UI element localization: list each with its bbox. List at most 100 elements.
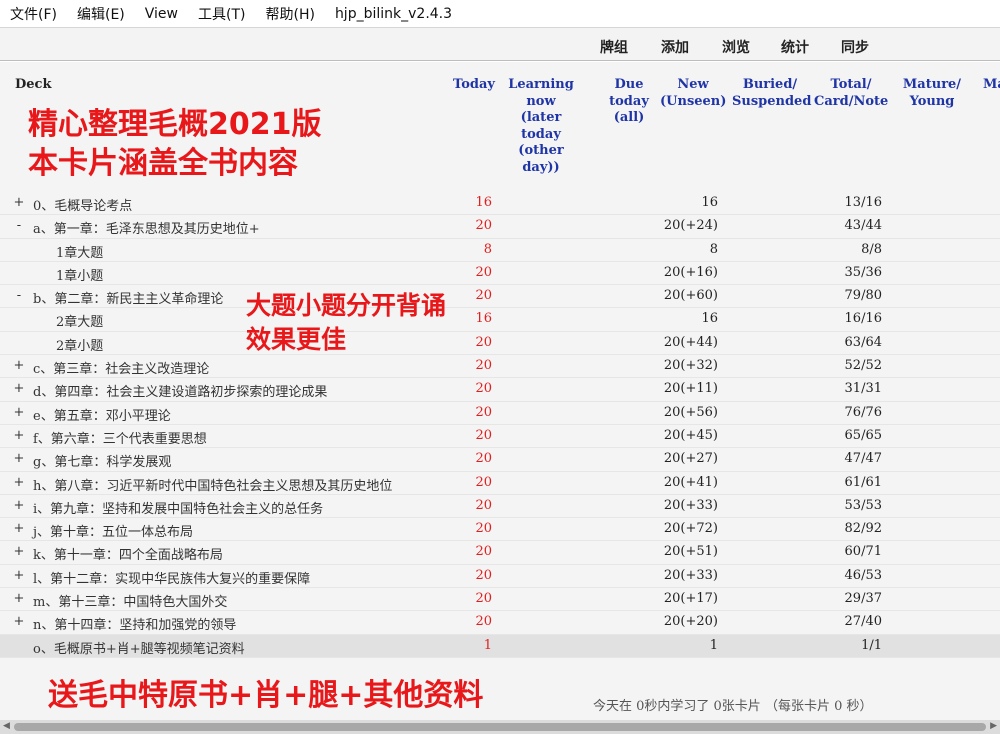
horizontal-scrollbar[interactable]: ◀ ▶ (0, 720, 1000, 734)
deck-name[interactable]: e、第五章：邓小平理论 (33, 405, 171, 424)
collapse-icon[interactable]: - (13, 218, 25, 233)
deck-row[interactable]: o、毛概原书+肖+腿等视频笔记资料 1 1 1/1 (0, 634, 1000, 658)
deck-name[interactable]: k、第十一章：四个全面战略布局 (33, 544, 223, 563)
deck-name[interactable]: c、第三章：社会主义改造理论 (33, 358, 209, 377)
expand-icon[interactable]: + (13, 358, 25, 373)
deck-row[interactable]: + l、第十二章：实现中华民族伟大复兴的重要保障 20 20(+33) 46/53 (0, 565, 1000, 589)
deck-new-count: 20(+33) (663, 497, 718, 513)
deck-list: +0、毛概导论考点 16 16 13/16- a、第一章：毛泽东思想及其历史地位+ 20 2… (0, 192, 1000, 658)
deck-due-today: 20 (475, 474, 492, 490)
deck-new-count: 20(+24) (663, 218, 718, 234)
deck-total-count: 52/52 (844, 358, 882, 374)
deck-row[interactable]: - b、第二章：新民主主义革命理论 20 20(+60) 79/80 (0, 285, 1000, 309)
expand-icon[interactable]: + (13, 428, 25, 443)
menu-tools[interactable]: 工具(T) (198, 4, 245, 24)
menu-help[interactable]: 帮助(H) (265, 4, 314, 24)
column-header-learning: Learning now (later today (other day)) (508, 77, 574, 175)
deck-row[interactable]: 1章大题 8 8 8/8 (0, 239, 1000, 262)
deck-name[interactable]: b、第二章：新民主主义革命理论 (33, 288, 223, 307)
toolbar-stats[interactable]: 统计 (781, 37, 809, 57)
expand-icon[interactable]: + (13, 498, 25, 513)
expand-icon[interactable]: + (13, 451, 25, 466)
deck-total-count: 46/53 (844, 567, 882, 583)
deck-new-count: 20(+16) (663, 264, 718, 280)
deck-name[interactable]: 2章大题 (56, 311, 103, 330)
menu-edit[interactable]: 编辑(E) (77, 4, 125, 24)
deck-name[interactable]: l、第十二章：实现中华民族伟大复兴的重要保障 (33, 568, 310, 587)
deck-name[interactable]: d、第四章：社会主义建设道路初步探索的理论成果 (33, 381, 327, 400)
column-header-today: Today (453, 77, 495, 92)
deck-name[interactable]: 1章大题 (56, 242, 103, 261)
deck-total-count: 82/92 (844, 521, 882, 537)
deck-name[interactable]: g、第七章：科学发展观 (33, 451, 171, 470)
expand-icon[interactable]: + (13, 195, 25, 210)
column-header-mature: Mature/ Young (902, 77, 962, 109)
menu-view[interactable]: View (145, 6, 178, 22)
deck-due-today: 20 (475, 381, 492, 397)
expand-icon[interactable]: + (13, 614, 25, 629)
deck-name[interactable]: 2章小题 (56, 335, 103, 354)
toolbar-decks[interactable]: 牌组 (600, 37, 628, 57)
deck-row[interactable]: + e、第五章：邓小平理论 20 20(+56) 76/76 (0, 402, 1000, 425)
column-header-cutoff: Ma (983, 77, 1000, 92)
deck-total-count: 43/44 (844, 218, 882, 234)
deck-row[interactable]: + m、第十三章：中国特色大国外交 20 20(+17) 29/37 (0, 588, 1000, 612)
deck-row[interactable]: + d、第四章：社会主义建设道路初步探索的理论成果 20 20(+11) 31/31 (0, 378, 1000, 402)
deck-row[interactable]: + f、第六章：三个代表重要思想 20 20(+45) 65/65 (0, 425, 1000, 449)
deck-name[interactable]: m、第十三章：中国特色大国外交 (33, 591, 227, 610)
expand-icon[interactable]: + (13, 405, 25, 420)
deck-row[interactable]: + h、第八章：习近平新时代中国特色社会主义思想及其历史地位 20 20(+41) 61… (0, 472, 1000, 495)
deck-due-today: 16 (475, 311, 492, 327)
column-header-new: New (Unseen) (660, 77, 727, 109)
promo-line-4: 效果更佳 (246, 325, 347, 354)
deck-due-today: 20 (475, 264, 492, 280)
deck-name[interactable]: n、第十四章：坚持和加强党的领导 (33, 614, 236, 633)
deck-new-count: 20(+41) (663, 474, 718, 490)
toolbar-add[interactable]: 添加 (661, 37, 689, 57)
expand-icon[interactable]: + (13, 475, 25, 490)
deck-row[interactable]: + k、第十一章：四个全面战略布局 20 20(+51) 60/71 (0, 541, 1000, 565)
deck-name[interactable]: a、第一章：毛泽东思想及其历史地位+ (33, 218, 260, 237)
deck-total-count: 27/40 (844, 614, 882, 630)
deck-row[interactable]: 1章小题 20 20(+16) 35/36 (0, 262, 1000, 286)
scrollbar-thumb[interactable] (14, 723, 986, 731)
deck-row[interactable]: - a、第一章：毛泽东思想及其历史地位+ 20 20(+24) 43/44 (0, 215, 1000, 239)
deck-name[interactable]: o、毛概原书+肖+腿等视频笔记资料 (33, 638, 245, 657)
toolbar-sync[interactable]: 同步 (841, 37, 869, 57)
menu-addon-title[interactable]: hjp_bilink_v2.4.3 (335, 6, 452, 22)
deck-new-count: 20(+45) (663, 427, 718, 443)
expand-icon[interactable]: + (13, 381, 25, 396)
deck-row[interactable]: + g、第七章：科学发展观 20 20(+27) 47/47 (0, 448, 1000, 472)
deck-name[interactable]: 1章小题 (56, 265, 103, 284)
deck-name[interactable]: 0、毛概导论考点 (33, 195, 132, 214)
deck-row[interactable]: + c、第三章：社会主义改造理论 20 20(+32) 52/52 (0, 355, 1000, 379)
deck-row[interactable]: +0、毛概导论考点 16 16 13/16 (0, 192, 1000, 216)
deck-total-count: 47/47 (844, 451, 882, 467)
deck-name[interactable]: f、第六章：三个代表重要思想 (33, 428, 207, 447)
deck-name[interactable]: j、第十章：五位一体总布局 (33, 521, 193, 540)
deck-row[interactable]: + n、第十四章：坚持和加强党的领导 20 20(+20) 27/40 (0, 611, 1000, 635)
deck-name[interactable]: i、第九章：坚持和发展中国特色社会主义的总任务 (33, 498, 323, 517)
deck-due-today: 20 (475, 358, 492, 374)
deck-row[interactable]: + j、第十章：五位一体总布局 20 20(+72) 82/92 (0, 518, 1000, 542)
deck-total-count: 29/37 (844, 591, 882, 607)
deck-row[interactable]: + i、第九章：坚持和发展中国特色社会主义的总任务 20 20(+33) 53/53 (0, 495, 1000, 519)
scroll-right-icon[interactable]: ▶ (990, 721, 997, 731)
deck-name[interactable]: h、第八章：习近平新时代中国特色社会主义思想及其历史地位 (33, 475, 392, 494)
collapse-icon[interactable]: - (13, 288, 25, 303)
column-header-total: Total/ Card/Note (814, 77, 889, 109)
study-summary: 今天在 0秒内学习了 0张卡片 （每张卡片 0 秒） (593, 699, 873, 714)
menu-file[interactable]: 文件(F) (10, 4, 57, 24)
deck-total-count: 79/80 (844, 288, 882, 304)
deck-new-count: 20(+17) (663, 591, 718, 607)
deck-row[interactable]: 2章大题 16 16 16/16 (0, 308, 1000, 332)
promo-line-3: 大题小题分开背诵 (246, 291, 447, 320)
expand-icon[interactable]: + (13, 591, 25, 606)
expand-icon[interactable]: + (13, 568, 25, 583)
toolbar-browse[interactable]: 浏览 (722, 37, 750, 57)
expand-icon[interactable]: + (13, 521, 25, 536)
scroll-left-icon[interactable]: ◀ (3, 721, 10, 731)
deck-row[interactable]: 2章小题 20 20(+44) 63/64 (0, 332, 1000, 356)
expand-icon[interactable]: + (13, 544, 25, 559)
main-toolbar: 牌组 添加 浏览 统计 同步 (0, 28, 1000, 61)
